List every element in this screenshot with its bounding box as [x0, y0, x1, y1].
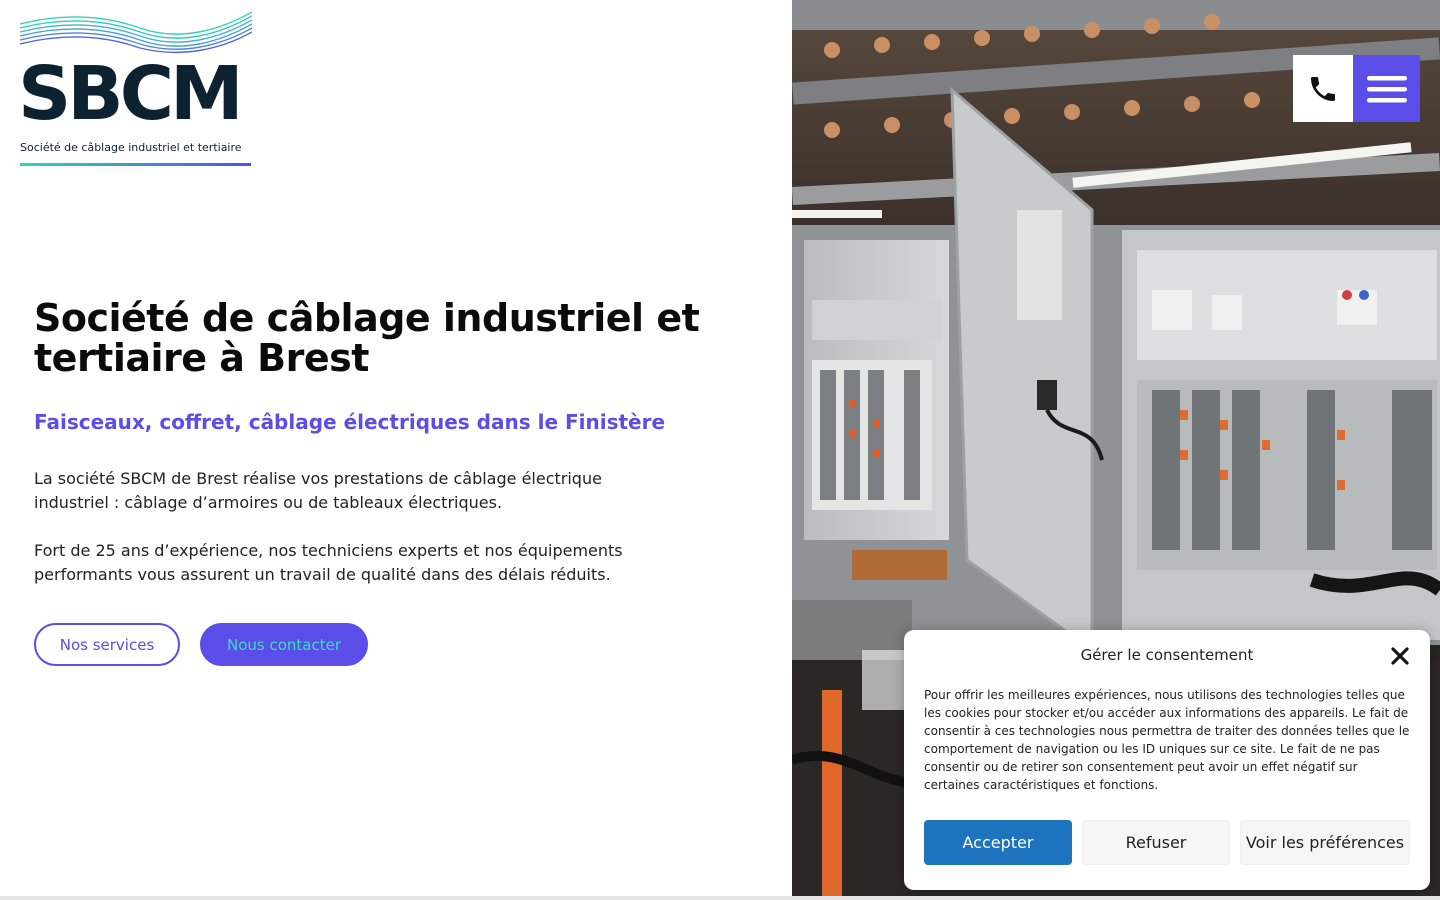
phone-button[interactable] — [1293, 55, 1353, 122]
refuse-button[interactable]: Refuser — [1082, 820, 1230, 865]
consent-title: Gérer le consentement — [1080, 646, 1254, 664]
bottom-divider — [0, 896, 1440, 900]
preferences-button[interactable]: Voir les préférences — [1240, 820, 1410, 865]
contact-button[interactable]: Nous contacter — [200, 623, 368, 666]
close-button[interactable] — [1388, 644, 1412, 668]
logo-waves-graphic — [20, 11, 252, 54]
logo-tagline: Société de câblage industriel et tertiai… — [20, 141, 242, 154]
sbcm-logo[interactable]: SBCM Société de câblage industriel et te… — [18, 10, 252, 170]
page-subtitle: Faisceaux, coffret, câblage électriques … — [34, 410, 666, 434]
consent-dialog: Gérer le consentement Pour offrir les me… — [904, 630, 1430, 890]
header-actions — [1293, 55, 1420, 122]
close-icon — [1391, 647, 1409, 665]
accept-button[interactable]: Accepter — [924, 820, 1072, 865]
experience-paragraph: Fort de 25 ans d’expérience, nos technic… — [34, 541, 623, 584]
menu-button[interactable] — [1353, 55, 1420, 122]
page-title: Société de câblage industriel et tertiai… — [34, 296, 700, 380]
logo-wordmark: SBCM — [18, 51, 244, 137]
left-content-pane: SBCM Société de câblage industriel et te… — [0, 0, 792, 900]
consent-text: Pour offrir les meilleures expériences, … — [924, 688, 1410, 792]
hamburger-menu-icon — [1366, 75, 1407, 102]
services-button[interactable]: Nos services — [34, 623, 180, 666]
intro-paragraph: La société SBCM de Brest réalise vos pre… — [34, 469, 602, 512]
logo-underline — [20, 163, 251, 166]
phone-icon — [1311, 76, 1335, 101]
